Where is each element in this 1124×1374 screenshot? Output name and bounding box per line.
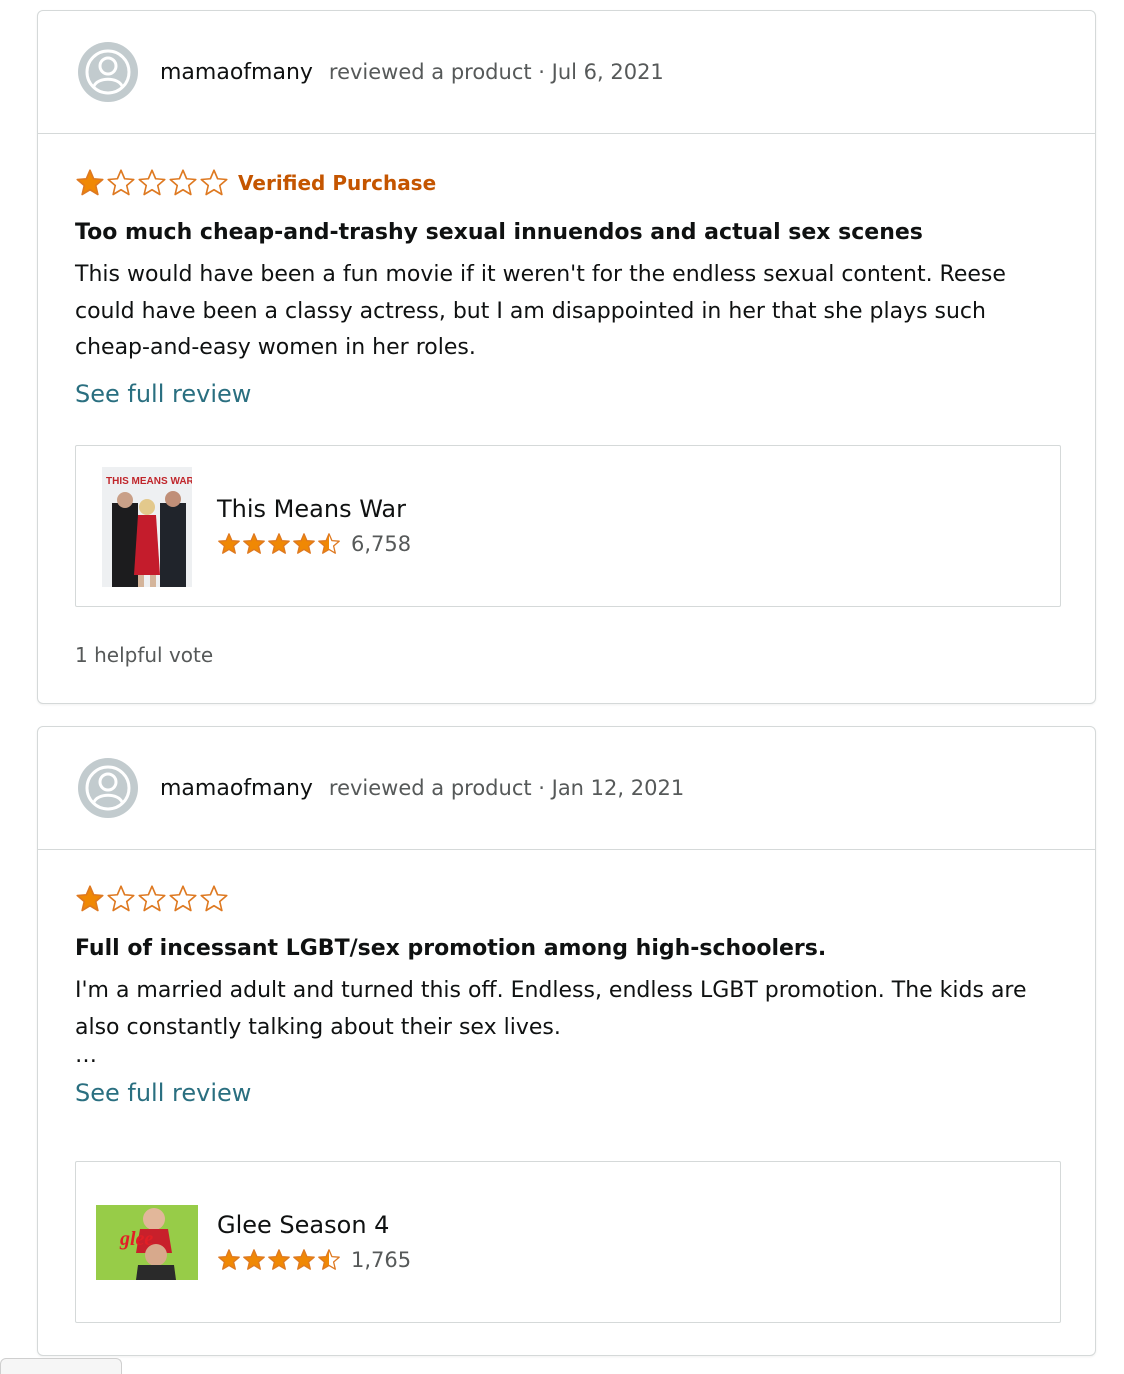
reviewer-name[interactable]: mamaofmany: [160, 60, 313, 85]
avatar[interactable]: [78, 758, 138, 818]
star-empty-icon: [138, 885, 166, 912]
product-rating: 6,758: [217, 532, 411, 556]
product-rating: 1,765: [217, 1248, 411, 1272]
star-full-icon: [76, 169, 104, 196]
movie-poster-image: THIS MEANS WAR: [102, 467, 192, 587]
tv-show-poster-image: glee: [96, 1205, 198, 1280]
star-full-icon: [268, 1249, 290, 1270]
star-full-icon: [293, 533, 315, 554]
star-empty-icon: [169, 885, 197, 912]
star-full-icon: [243, 533, 265, 554]
star-empty-icon: [138, 169, 166, 196]
star-half-icon: [318, 1249, 340, 1270]
star-rating: [75, 168, 229, 198]
review-feed: mamaofmany reviewed a product · Jul 6, 2…: [0, 0, 1124, 1374]
review-header: mamaofmany reviewed a product · Jul 6, 2…: [38, 11, 1095, 134]
poster-title-text: glee: [119, 1228, 153, 1250]
star-full-icon: [218, 1249, 240, 1270]
rating-row: [75, 884, 1059, 914]
star-full-icon: [293, 1249, 315, 1270]
star-empty-icon: [200, 885, 228, 912]
star-empty-icon: [107, 885, 135, 912]
rating-row: Verified Purchase: [75, 168, 1059, 198]
product-star-rating: [217, 532, 341, 556]
review-text: This would have been a fun movie if it w…: [75, 262, 1006, 360]
product-title[interactable]: This Means War: [217, 495, 406, 523]
reviewer-name[interactable]: mamaofmany: [160, 776, 313, 801]
verified-purchase-badge: Verified Purchase: [238, 171, 437, 195]
review-meta: reviewed a product · Jan 12, 2021: [328, 776, 685, 800]
product-star-rating: [217, 1248, 341, 1272]
star-full-icon: [218, 533, 240, 554]
review-card: mamaofmany reviewed a product · Jan 12, …: [37, 726, 1096, 1356]
review-title: Too much cheap-and-trashy sexual innuend…: [75, 220, 923, 245]
star-half-icon: [318, 533, 340, 554]
review-text: I'm a married adult and turned this off.…: [75, 978, 1027, 1040]
review-body: Full of incessant LGBT/sex promotion amo…: [38, 850, 1095, 1107]
star-rating: [75, 884, 229, 914]
avatar[interactable]: [78, 42, 138, 102]
review-body: Verified Purchase Too much cheap-and-tra…: [38, 134, 1095, 408]
product-title[interactable]: Glee Season 4: [217, 1211, 389, 1239]
product-thumbnail[interactable]: THIS MEANS WAR: [102, 467, 192, 587]
star-full-icon: [243, 1249, 265, 1270]
review-ellipsis: …: [75, 1043, 97, 1068]
star-empty-icon: [169, 169, 197, 196]
star-full-icon: [268, 533, 290, 554]
product-rating-count[interactable]: 1,765: [351, 1248, 411, 1272]
star-empty-icon: [107, 169, 135, 196]
bottom-tab-edge: [0, 1358, 122, 1374]
see-full-review-link[interactable]: See full review: [75, 1079, 251, 1107]
star-full-icon: [76, 885, 104, 912]
review-card: mamaofmany reviewed a product · Jul 6, 2…: [37, 10, 1096, 704]
review-header: mamaofmany reviewed a product · Jan 12, …: [38, 727, 1095, 850]
star-empty-icon: [200, 169, 228, 196]
see-full-review-link[interactable]: See full review: [75, 380, 251, 408]
product-rating-count[interactable]: 6,758: [351, 532, 411, 556]
helpful-votes: 1 helpful vote: [75, 643, 214, 667]
review-title: Full of incessant LGBT/sex promotion amo…: [75, 936, 827, 961]
user-icon: [85, 49, 131, 95]
user-icon: [85, 765, 131, 811]
poster-title-text: THIS MEANS WAR: [106, 476, 192, 487]
product-thumbnail[interactable]: glee: [96, 1205, 198, 1280]
review-meta: reviewed a product · Jul 6, 2021: [328, 60, 664, 84]
product-card[interactable]: THIS MEANS WAR This Means War 6,758: [75, 445, 1061, 607]
product-card[interactable]: glee Glee Season 4 1,765: [75, 1161, 1061, 1323]
